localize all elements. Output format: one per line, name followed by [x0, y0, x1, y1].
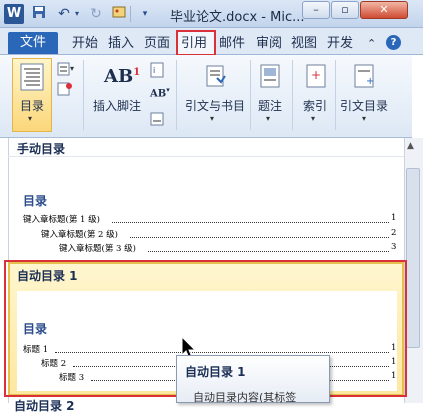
- table-of-authorities-label[interactable]: 引文目录: [340, 97, 388, 114]
- scroll-up-icon[interactable]: ▲: [407, 141, 414, 151]
- manual-toc-title: 目录: [23, 194, 48, 208]
- table-of-authorities-icon[interactable]: +: [354, 64, 376, 91]
- restore-button[interactable]: ▫: [331, 1, 359, 19]
- tab-page-layout[interactable]: 页面: [144, 33, 170, 55]
- insert-endnote-icon[interactable]: i: [150, 62, 164, 81]
- ribbon-separator: [292, 60, 293, 130]
- ribbon-collapse-icon[interactable]: ⌃: [367, 33, 376, 55]
- auto-toc-2-heading[interactable]: 自动目录 2: [14, 397, 75, 414]
- add-text-icon[interactable]: ▾: [57, 62, 75, 79]
- show-notes-icon[interactable]: [150, 112, 164, 129]
- close-button[interactable]: ✕: [360, 1, 408, 19]
- minimize-button[interactable]: –: [302, 1, 330, 19]
- ribbon-separator: [250, 60, 251, 130]
- tab-home[interactable]: 开始: [72, 33, 98, 55]
- insert-footnote-icon[interactable]: AB1: [104, 66, 140, 87]
- leader-dots: [130, 237, 389, 238]
- citation-dropdown-icon: ▾: [210, 114, 215, 123]
- index-icon[interactable]: +: [306, 64, 326, 91]
- index-dropdown-icon: ▾: [311, 114, 316, 123]
- citation-label[interactable]: 引文与书目: [185, 97, 245, 114]
- leader-dots: [148, 251, 389, 252]
- toa-dropdown-icon: ▾: [362, 114, 367, 123]
- manual-toc-page: 2: [391, 228, 397, 238]
- ribbon-separator: [83, 60, 84, 130]
- tab-mailings[interactable]: 邮件: [219, 33, 245, 55]
- help-icon[interactable]: ?: [386, 35, 401, 50]
- divider: [8, 156, 404, 157]
- customize-qat-icon[interactable]: ▾: [136, 5, 154, 23]
- ribbon-separator: [335, 60, 336, 130]
- update-table-icon[interactable]: [57, 82, 73, 99]
- insert-footnote-label[interactable]: 插入脚注: [93, 97, 141, 114]
- tab-view[interactable]: 视图: [291, 33, 317, 55]
- manual-toc-line: 键入章标题(第 2 级): [41, 230, 118, 240]
- index-label[interactable]: 索引: [303, 97, 327, 114]
- tab-references[interactable]: 引用: [181, 33, 207, 55]
- scroll-thumb[interactable]: [406, 168, 420, 348]
- redo-icon[interactable]: ↻: [87, 5, 105, 23]
- citation-icon[interactable]: [205, 64, 227, 91]
- svg-text:+: +: [366, 76, 374, 87]
- tab-insert[interactable]: 插入: [108, 33, 134, 55]
- next-footnote-icon[interactable]: AB▾: [150, 85, 170, 99]
- svg-text:▾: ▾: [70, 64, 74, 73]
- manual-toc-line: 键入章标题(第 3 级): [59, 244, 136, 254]
- tab-developer[interactable]: 开发: [327, 33, 353, 55]
- toc-label: 目录: [20, 99, 45, 113]
- caption-icon[interactable]: [260, 64, 280, 91]
- manual-toc-line: 键入章标题(第 1 级): [23, 215, 100, 225]
- manual-toc-page: 3: [391, 242, 397, 252]
- leader-dots: [112, 222, 389, 223]
- manual-toc-heading: 手动目录: [17, 142, 66, 156]
- svg-text:+: +: [311, 68, 321, 82]
- ribbon-separator: [176, 60, 177, 130]
- toc-icon: [20, 63, 44, 94]
- tab-review[interactable]: 审阅: [256, 33, 282, 55]
- window-title: 毕业论文.docx - Mic...: [170, 10, 305, 25]
- undo-dropdown-icon[interactable]: ▾: [68, 5, 86, 23]
- caption-label[interactable]: 题注: [258, 97, 282, 114]
- save-icon[interactable]: [30, 5, 48, 23]
- manual-toc-page: 1: [391, 213, 397, 223]
- picture-icon[interactable]: [110, 5, 128, 23]
- qat-separator: [130, 6, 131, 22]
- svg-text:i: i: [153, 66, 155, 75]
- toc-dropdown-icon: ▾: [28, 114, 33, 123]
- tab-file[interactable]: 文件: [8, 32, 58, 54]
- word-logo-icon[interactable]: W: [4, 4, 24, 24]
- caption-dropdown-icon: ▾: [266, 114, 271, 123]
- tooltip-title: 自动目录 1: [185, 365, 246, 379]
